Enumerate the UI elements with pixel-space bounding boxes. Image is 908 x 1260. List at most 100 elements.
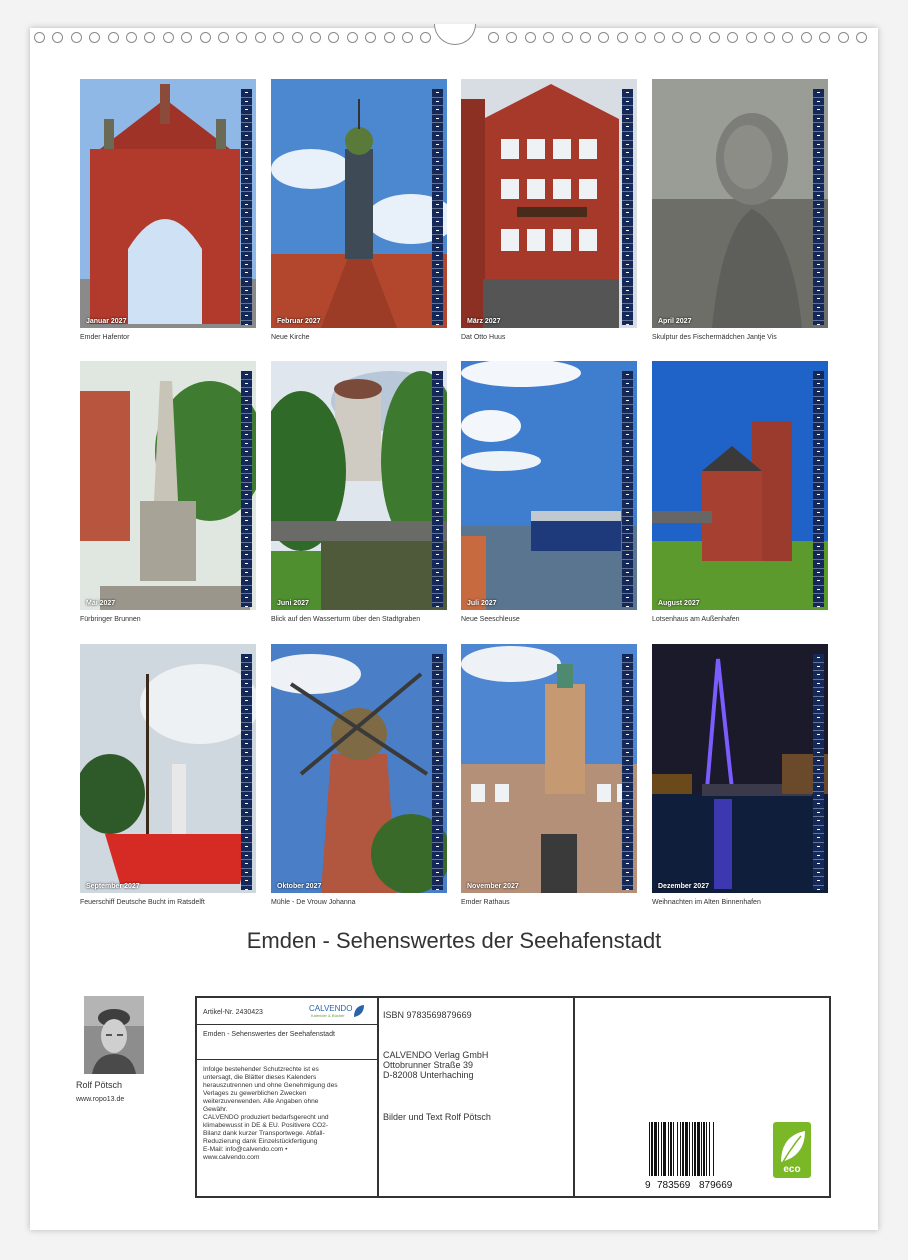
- ring-hole: [672, 32, 683, 43]
- ring-hole: [126, 32, 137, 43]
- article-number: Artikel-Nr. 2430423: [203, 1009, 263, 1016]
- ring-hole: [635, 32, 647, 43]
- ring-hole: [291, 32, 303, 43]
- ring-hole: [708, 32, 720, 43]
- legal-line: untersagt, die Blätter dieses Kalenders: [203, 1074, 317, 1081]
- month-label: September 2027: [86, 883, 140, 890]
- legal-line: Reduzierung dank Einzelstückfertigung: [203, 1138, 318, 1145]
- legal-notice: Infolge bestehender Schutzrechte ist es u…: [203, 1066, 373, 1162]
- credits: Bilder und Text Rolf Pötsch: [383, 1112, 491, 1122]
- ring-hole: [420, 32, 432, 43]
- publisher-line: D-82008 Unterhaching: [383, 1070, 474, 1080]
- calendar-photo-10: Oktober 2027: [271, 644, 447, 893]
- legal-line: weiterzuverwenden. Alle Angaben ohne: [203, 1098, 319, 1105]
- calendar-photo-2: Februar 2027: [271, 79, 447, 328]
- ring-hole: [727, 32, 739, 43]
- photo-image: [461, 79, 637, 328]
- barcode-bar: [651, 1122, 653, 1176]
- month-label: April 2027: [658, 318, 692, 325]
- imprint-box: Artikel-Nr. 2430423 CALVENDO Kalender & …: [195, 996, 831, 1198]
- month-label: Juni 2027: [277, 600, 309, 607]
- ring-hole: [402, 32, 413, 43]
- legal-line: Verlages zu gewerblichen Zwecken: [203, 1090, 307, 1097]
- author-website[interactable]: www.ropo13.de: [76, 1096, 124, 1103]
- ring-hole: [199, 32, 211, 43]
- legal-line: klimabewusst in DE & EU. Positivere CO2-: [203, 1122, 328, 1129]
- ring-hole: [365, 32, 377, 43]
- month-label: März 2027: [467, 318, 501, 325]
- day-strip: [813, 89, 824, 325]
- ring-hole: [70, 32, 82, 43]
- author-portrait: [84, 996, 144, 1074]
- legal-line: CALVENDO produziert bedarfsgerecht und: [203, 1114, 329, 1121]
- day-strip: [622, 654, 633, 890]
- barcode-bar: [670, 1122, 672, 1176]
- photo-image: [652, 79, 828, 328]
- barcode-bar: [682, 1122, 684, 1176]
- product-title-cell: Emden - Sehenswertes der Seehafenstadt: [197, 1025, 377, 1060]
- ring-hole: [856, 32, 867, 43]
- author-name: Rolf Pötsch: [76, 1080, 123, 1090]
- month-label: Mai 2027: [86, 600, 116, 607]
- photo-image: [461, 644, 637, 893]
- ring-hole: [236, 32, 248, 43]
- photo-caption: Neue Kirche: [271, 334, 310, 341]
- barcode-bar: [694, 1122, 696, 1176]
- logo-text: CALVENDO: [309, 1004, 353, 1013]
- ring-hole: [181, 32, 193, 43]
- ring-hole: [383, 32, 395, 43]
- photo-caption: Emder Hafentor: [80, 334, 130, 341]
- legal-line: Infolge bestehender Schutzrechte ist es: [203, 1066, 319, 1073]
- calendar-title: Emden - Sehenswertes der Seehafenstadt: [246, 928, 662, 953]
- ring-hole: [543, 32, 555, 43]
- day-strip: [432, 371, 443, 607]
- ring-hole: [346, 32, 358, 43]
- month-label: November 2027: [467, 883, 519, 890]
- product-title: Emden - Sehenswertes der Seehafenstadt: [203, 1031, 335, 1038]
- day-strip: [241, 371, 252, 607]
- calendar-photo-12: Dezember 2027: [652, 644, 828, 893]
- day-strip: [241, 654, 252, 890]
- eco-badge: eco: [773, 1122, 811, 1178]
- logo-subtext: Kalender & Bücher: [311, 1013, 345, 1018]
- calendar-back-page: Januar 2027 Emder Hafentor Februar 2027 Neu…: [30, 24, 878, 1230]
- isbn: ISBN 9783569879669: [383, 1010, 472, 1020]
- day-strip: [813, 371, 824, 607]
- photo-caption: Feuerschiff Deutsche Bucht im Ratsdelft: [80, 899, 205, 906]
- calendar-photo-9: September 2027: [80, 644, 256, 893]
- month-label: August 2027: [658, 600, 700, 607]
- ring-hole: [107, 32, 119, 43]
- month-label: Februar 2027: [277, 318, 321, 325]
- legal-line: E-Mail: info@calvendo.com •: [203, 1146, 288, 1153]
- photo-caption: Weihnachten im Alten Binnenhafen: [652, 899, 761, 906]
- barcode-bar: [692, 1122, 693, 1176]
- legal-line: Bilanz dank kurzer Transportwege. Abfall…: [203, 1130, 325, 1137]
- day-strip: [813, 654, 824, 890]
- ring-hole: [328, 32, 340, 43]
- calendar-photo-7: Juli 2027: [461, 361, 637, 610]
- calendar-photo-11: November 2027: [461, 644, 637, 893]
- photo-image: [271, 361, 447, 610]
- legal-line: www.calvendo.com: [203, 1154, 260, 1161]
- barcode-bar: [701, 1122, 702, 1176]
- day-strip: [622, 371, 633, 607]
- photo-image: [271, 644, 447, 893]
- ring-hole: [616, 32, 628, 43]
- day-strip: [241, 89, 252, 325]
- calendar-photo-3: März 2027: [461, 79, 637, 328]
- photo-image: [652, 361, 828, 610]
- barcode-bar: [668, 1122, 669, 1176]
- ring-hole: [89, 32, 101, 43]
- ring-hole: [598, 32, 610, 43]
- day-strip: [432, 89, 443, 325]
- barcode-bar: [709, 1122, 710, 1176]
- barcode-bar: [706, 1122, 707, 1176]
- ring-hole: [144, 32, 156, 43]
- photo-caption: Lotsenhaus am Außenhafen: [652, 616, 740, 623]
- ring-hole: [782, 32, 794, 43]
- calendar-photo-1: Januar 2027: [80, 79, 256, 328]
- publisher-line: CALVENDO Verlag GmbH: [383, 1050, 489, 1060]
- imprint-left-column: Artikel-Nr. 2430423 CALVENDO Kalender & …: [197, 998, 379, 1196]
- barcode-bar: [673, 1122, 674, 1176]
- barcode-bar: [654, 1122, 657, 1176]
